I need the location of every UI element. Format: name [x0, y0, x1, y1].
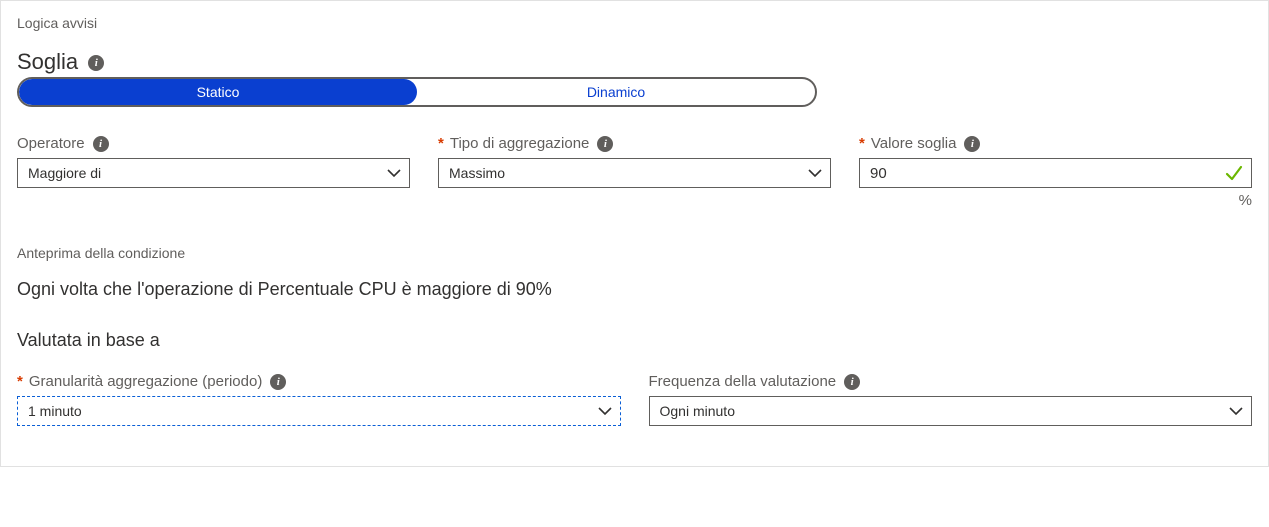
chevron-down-icon — [808, 166, 822, 180]
info-icon[interactable]: i — [93, 136, 109, 152]
alert-logic-panel: Logica avvisi Soglia i Statico Dinamico … — [0, 0, 1269, 467]
granularity-label-text: Granularità aggregazione (periodo) — [29, 373, 262, 390]
threshold-value-label: * Valore soglia i — [859, 135, 1252, 152]
aggregation-field: * Tipo di aggregazione i Massimo — [438, 135, 831, 188]
condition-preview-label: Anteprima della condizione — [17, 245, 1252, 261]
threshold-heading: Soglia i — [17, 49, 1252, 75]
info-icon[interactable]: i — [270, 374, 286, 390]
checkmark-icon — [1225, 164, 1243, 182]
threshold-unit: % — [1239, 192, 1252, 209]
frequency-field: Frequenza della valutazione i Ogni minut… — [649, 373, 1253, 426]
granularity-select[interactable]: 1 minuto — [17, 396, 621, 426]
required-star-icon: * — [859, 135, 865, 152]
info-icon[interactable]: i — [597, 136, 613, 152]
threshold-type-dynamic[interactable]: Dinamico — [417, 79, 815, 105]
threshold-value-input[interactable] — [870, 159, 1219, 187]
threshold-type-toggle: Statico Dinamico — [17, 77, 817, 107]
threshold-type-static[interactable]: Statico — [19, 79, 417, 105]
chevron-down-icon — [598, 404, 612, 418]
frequency-select[interactable]: Ogni minuto — [649, 396, 1253, 426]
threshold-value-input-wrap — [859, 158, 1252, 188]
granularity-field: * Granularità aggregazione (periodo) i 1… — [17, 373, 621, 426]
operator-value: Maggiore di — [28, 165, 101, 181]
granularity-value: 1 minuto — [28, 403, 82, 419]
aggregation-value: Massimo — [449, 165, 505, 181]
operator-label: Operatore i — [17, 135, 410, 152]
chevron-down-icon — [1229, 404, 1243, 418]
operator-field: Operatore i Maggiore di — [17, 135, 410, 188]
condition-row: Operatore i Maggiore di * Tipo di aggreg… — [17, 135, 1252, 209]
info-icon[interactable]: i — [844, 374, 860, 390]
operator-label-text: Operatore — [17, 135, 85, 152]
info-icon[interactable]: i — [88, 55, 104, 71]
threshold-value-field: * Valore soglia i % — [859, 135, 1252, 209]
aggregation-label: * Tipo di aggregazione i — [438, 135, 831, 152]
chevron-down-icon — [387, 166, 401, 180]
required-star-icon: * — [438, 135, 444, 152]
threshold-value-label-text: Valore soglia — [871, 135, 957, 152]
evaluated-heading: Valutata in base a — [17, 330, 1252, 351]
frequency-label-text: Frequenza della valutazione — [649, 373, 837, 390]
info-icon[interactable]: i — [964, 136, 980, 152]
required-star-icon: * — [17, 373, 23, 390]
aggregation-label-text: Tipo di aggregazione — [450, 135, 590, 152]
alert-logic-label: Logica avvisi — [17, 15, 1252, 31]
frequency-value: Ogni minuto — [660, 403, 735, 419]
aggregation-select[interactable]: Massimo — [438, 158, 831, 188]
frequency-label: Frequenza della valutazione i — [649, 373, 1253, 390]
condition-preview-text: Ogni volta che l'operazione di Percentua… — [17, 279, 1252, 300]
evaluation-row: * Granularità aggregazione (periodo) i 1… — [17, 373, 1252, 426]
threshold-heading-text: Soglia — [17, 49, 78, 74]
operator-select[interactable]: Maggiore di — [17, 158, 410, 188]
granularity-label: * Granularità aggregazione (periodo) i — [17, 373, 621, 390]
